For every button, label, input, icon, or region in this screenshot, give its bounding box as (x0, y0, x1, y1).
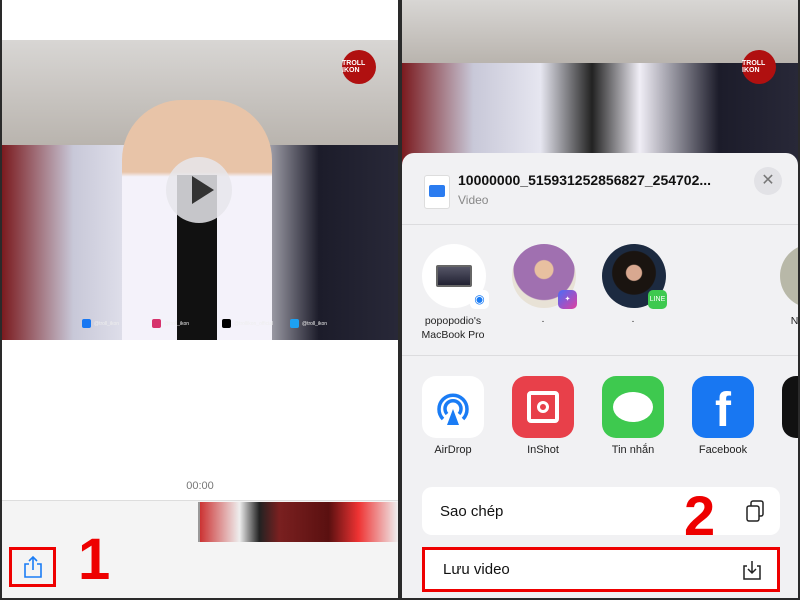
save-download-icon (743, 560, 761, 580)
inshot-icon (512, 376, 574, 438)
logo-text: TROLL IKON (342, 60, 366, 74)
close-icon: ✕ (761, 172, 775, 189)
file-type: Video (458, 193, 489, 207)
play-button[interactable] (166, 157, 232, 223)
action-label: Sao chép (440, 502, 504, 520)
airdrop-badge-icon: ◉ (470, 290, 489, 309)
share-sheet: 10000000_515931252856827_254702... Video… (402, 153, 798, 598)
step-2-label: 2 (684, 484, 716, 547)
facebook-icon: f (692, 376, 754, 438)
divider (402, 355, 798, 356)
social-facebook: @troll_ikon (82, 319, 119, 328)
file-name: 10000000_515931252856827_254702... (458, 172, 712, 188)
app-label: InShot (527, 444, 559, 456)
share-panel: TROLL IKON 10000000_515931252856827_2547… (402, 0, 798, 598)
playback-time: 00:00 (186, 480, 214, 492)
channel-logo: TROLL IKON (742, 50, 776, 84)
logo-text: TROLL IKON (742, 60, 766, 74)
save-video-action[interactable]: Lưu video (422, 547, 780, 592)
video-background (402, 0, 798, 63)
social-instagram: @troll_ikon (152, 319, 189, 328)
app-tiktok-partial[interactable] (782, 376, 798, 438)
person-label: popopodio's MacBook Pro (421, 315, 485, 341)
video-editor-panel: TROLL IKON @troll_ikon @troll_ikon @trol… (2, 0, 398, 598)
app-label: AirDrop (434, 444, 472, 456)
copy-icon (746, 500, 764, 522)
video-file-icon (424, 175, 450, 209)
channel-logo: TROLL IKON (342, 50, 376, 84)
divider (402, 224, 798, 225)
share-icon (23, 555, 42, 578)
social-twitter: @troll_ikon (290, 319, 327, 328)
copy-action[interactable]: Sao chép (422, 487, 780, 535)
airdrop-icon (422, 376, 484, 438)
app-label: Facebook (698, 444, 748, 456)
line-badge-icon: LINE (648, 290, 667, 309)
video-preview[interactable]: TROLL IKON @troll_ikon @troll_ikon @trol… (2, 40, 398, 340)
person-label: · (541, 315, 545, 327)
step-1-label: 1 (78, 527, 111, 592)
timeline-scrubber[interactable] (198, 502, 398, 542)
contact-avatar (780, 244, 798, 308)
close-button[interactable]: ✕ (754, 167, 782, 195)
social-tiktok: @trollikon_official (222, 319, 273, 328)
app-label: Tin nhắn (611, 444, 655, 456)
person-label: Ngh (790, 315, 798, 327)
messages-icon (602, 376, 664, 438)
person-label: · (631, 315, 635, 327)
messenger-badge-icon: ✦ (558, 290, 577, 309)
action-label: Lưu video (443, 561, 510, 578)
share-button[interactable] (9, 547, 56, 587)
